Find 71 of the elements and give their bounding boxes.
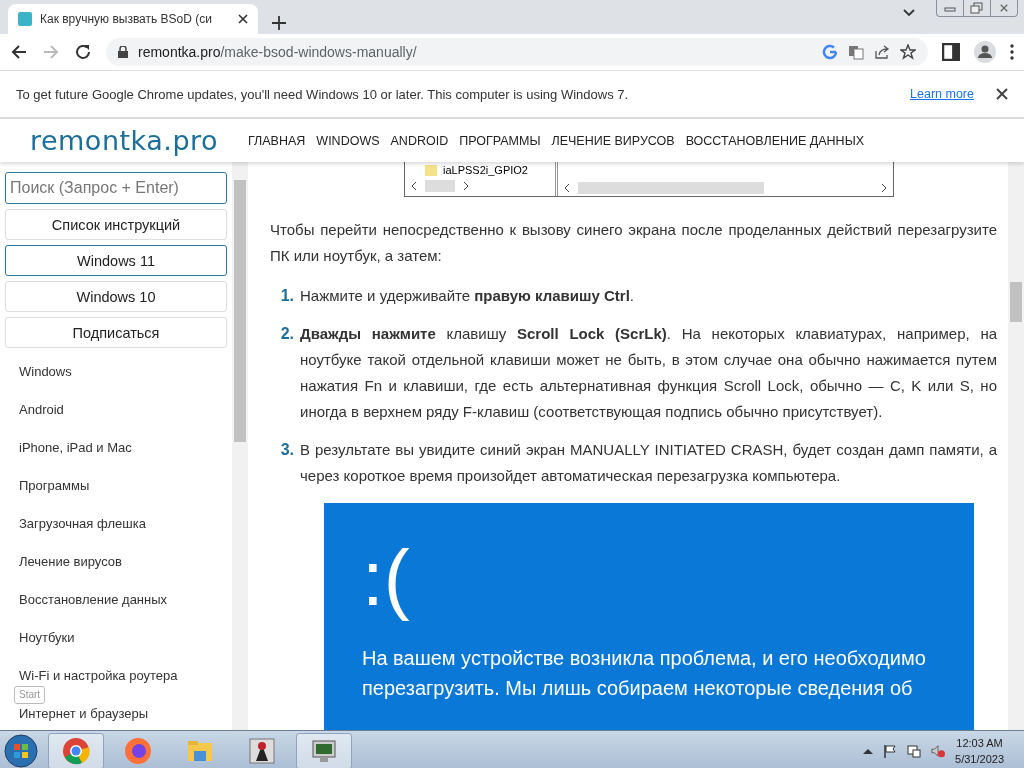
avatar-icon[interactable] <box>974 41 996 63</box>
step-text: Дважды нажмите клавишу Scroll Lock (ScrLk). На некоторых клавиатурах, например, на ноутбуке такой отдельной клавиши может не быть, в этом случае она обычно нажимается путем нажатия Fn и клавиши, где есть альтернативная функция Scroll Lock, обычно — C, K или S, но иногда в верхнем ряду F-клавиш (соответствующая подпись обычно присутствует). <box>300 324 997 422</box>
url-text[interactable]: remontka.pro/make-bsod-windows-manually/ <box>138 44 417 60</box>
sidebar-link[interactable]: iPhone, iPad и Mac <box>19 438 132 457</box>
sidebar-link[interactable]: Ноутбуки <box>19 628 75 647</box>
caret-up-icon[interactable] <box>863 747 874 754</box>
forward-icon <box>42 43 60 61</box>
sidebar-link[interactable]: Лечение вирусов <box>19 552 122 571</box>
google-icon[interactable] <box>822 44 838 60</box>
menu-icon[interactable] <box>1010 44 1014 60</box>
infobar-message: To get future Google Chrome updates, you'll need Windows 10 or later. This computer is using Windows 7. <box>16 86 630 102</box>
chevron-down-icon[interactable] <box>902 8 916 18</box>
address-bar[interactable]: remontka.pro/make-bsod-windows-manually/ <box>106 38 928 66</box>
folder-icon <box>425 164 437 176</box>
nav-link[interactable]: ГЛАВНАЯ <box>248 133 306 148</box>
share-icon[interactable] <box>874 44 890 60</box>
start-orb-icon[interactable] <box>4 733 38 768</box>
scroll-right-icon <box>881 184 887 192</box>
sidebar-button[interactable]: Список инструкций <box>5 209 227 240</box>
nav-link[interactable]: ПРОГРАММЫ <box>459 133 541 148</box>
reload-icon[interactable] <box>74 43 92 61</box>
side-panel-icon[interactable] <box>942 43 960 61</box>
search-field[interactable]: Поиск (Запрос + Enter) <box>5 172 227 204</box>
translate-icon[interactable] <box>848 44 864 60</box>
flag-icon[interactable] <box>883 743 898 758</box>
lock-icon <box>118 46 128 58</box>
scroll-right-icon <box>463 182 469 190</box>
step-number: 2. <box>279 324 294 344</box>
scrollbar[interactable] <box>232 162 248 730</box>
scrollbar-thumb <box>425 180 455 192</box>
chrome-icon <box>62 736 90 765</box>
step-number: 3. <box>279 440 294 460</box>
tree-item: iaLPSS2i_GPIO2 <box>443 164 528 176</box>
close-icon[interactable] <box>996 88 1008 100</box>
sidebar-link[interactable]: Windows <box>19 362 72 381</box>
tooltip: Start <box>14 686 46 704</box>
clock-date[interactable]: 5/31/2023 <box>955 750 1004 767</box>
step-number: 1. <box>279 286 294 306</box>
network-icon[interactable] <box>907 743 922 758</box>
favicon-icon <box>18 12 32 26</box>
sidebar-link[interactable]: Wi-Fi и настройка роутера <box>19 666 178 685</box>
browser-tab[interactable]: Как вручную вызвать BSoD (си <box>8 4 258 34</box>
sidebar-button[interactable]: Подписаться <box>5 317 227 348</box>
scrollbar[interactable] <box>1008 162 1024 730</box>
new-tab-icon[interactable] <box>272 16 286 30</box>
nav-link[interactable]: ANDROID <box>390 133 449 148</box>
sad-face: :( <box>362 533 411 624</box>
close-icon[interactable] <box>238 14 248 24</box>
clock-time[interactable]: 12:03 AM <box>956 734 1003 751</box>
sidebar-link[interactable]: Восстановление данных <box>19 590 168 609</box>
scroll-left-icon <box>411 182 417 190</box>
nav-link[interactable]: ВОССТАНОВЛЕНИЕ ДАННЫХ <box>685 133 865 148</box>
sidebar-link[interactable]: Интернет и браузеры <box>19 704 149 723</box>
taskbar-button[interactable] <box>296 732 352 768</box>
speaker-muted-icon[interactable] <box>931 743 946 758</box>
step-text: Нажмите и удерживайте правую клавишу Ctrl. <box>300 286 635 306</box>
scroll-left-icon <box>564 184 570 192</box>
nav-link[interactable]: WINDOWS <box>316 133 380 148</box>
star-icon[interactable] <box>900 44 916 60</box>
sidebar-link[interactable]: Программы <box>19 476 90 495</box>
sidebar-button[interactable]: Windows 11 <box>5 245 227 276</box>
learn-more-link[interactable]: Learn more <box>910 87 974 101</box>
sidebar-button[interactable]: Windows 10 <box>5 281 227 312</box>
nav-link[interactable]: ЛЕЧЕНИЕ ВИРУСОВ <box>551 133 675 148</box>
back-icon[interactable] <box>10 43 28 61</box>
sidebar-link[interactable]: Android <box>19 400 64 419</box>
step-text: В результате вы увидите синий экран MANUALLY INITIATED CRASH, будет создан дамп памяти, а через короткое время произойдет автоматическая перезагрузка компьютера. <box>300 440 997 486</box>
sidebar-link[interactable]: Загрузочная флешка <box>19 514 146 533</box>
site-logo[interactable]: remontka.pro <box>0 125 248 156</box>
paragraph: Чтобы перейти непосредственно к вызову синего экрана после проделанных действий перезагрузите ПК или ноутбук, а затем: <box>270 220 997 266</box>
error-message: На вашем устройстве возникла проблема, и его необходимо перезагрузить. Мы лишь собираем некоторые сведения об <box>362 646 927 701</box>
